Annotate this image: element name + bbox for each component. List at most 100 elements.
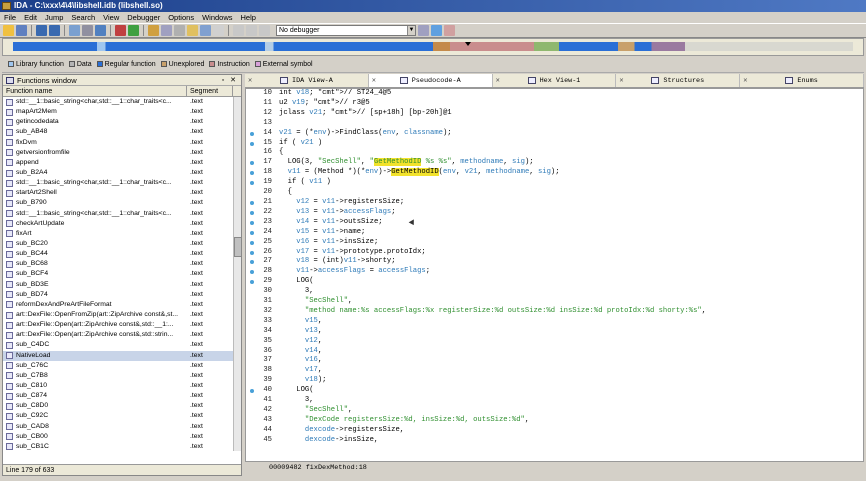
tab-structures[interactable]: ✕ Structures [616,74,741,87]
function-row[interactable]: sub_BC44 .text [3,249,241,259]
function-row[interactable]: art::DexFile::Open(art::ZipArchive const… [3,330,241,340]
close-icon[interactable]: ✕ [619,76,623,85]
close-icon[interactable]: ✕ [496,76,500,85]
function-row[interactable]: sub_C874 .text [3,391,241,401]
data-icon[interactable] [200,25,211,36]
code-line[interactable]: 10 int v18; "cmt">// ST24_4@5 [246,89,863,99]
function-row[interactable]: sub_C76C .text [3,361,241,371]
function-row[interactable]: sub_BD3E .text [3,280,241,290]
navigation-band[interactable] [2,38,864,56]
menu-debugger[interactable]: Debugger [127,12,160,23]
code-line[interactable]: 28 v11->accessFlags = accessFlags; [246,267,863,277]
close-icon[interactable]: ✕ [743,76,747,85]
code-line[interactable]: 21 v12 = v11->registersSize; [246,198,863,208]
code-line[interactable]: 30 3, [246,287,863,297]
list-icon[interactable] [95,25,106,36]
tab-enums[interactable]: ✕ Enums [740,74,864,87]
code-line[interactable]: 24 v15 = v11->name; [246,228,863,238]
function-row[interactable]: sub_C810 .text [3,381,241,391]
code-line[interactable]: 18 v11 = (Method *)(*env)->GetMethodID(e… [246,168,863,178]
function-row[interactable]: std::__1::basic_string<char,std::__1::ch… [3,97,241,107]
code-line[interactable]: 19 if ( v11 ) [246,178,863,188]
tab-pseudocode-a[interactable]: ✕ Pseudocode-A [368,74,493,87]
breakpoint-dot-icon[interactable] [250,250,254,255]
function-row[interactable]: sub_CB1C .text [3,442,241,452]
code-line[interactable]: 11 u2 v19; "cmt">// r3@5 [246,99,863,109]
tab-hex-view-1[interactable]: ✕ Hex View-1 [493,74,617,87]
code-line[interactable]: 43 "DexCode registersSize:%d, insSize:%d… [246,416,863,426]
code-line[interactable]: 40 LOG( [246,386,863,396]
open-icon[interactable] [3,25,14,36]
function-row[interactable]: mapArt2Mem .text [3,107,241,117]
search-icon[interactable] [82,25,93,36]
function-row[interactable]: sub_CB00 .text [3,432,241,442]
breakpoint-dot-icon[interactable] [250,210,254,215]
code-line[interactable]: 22 v13 = v11->accessFlags; [246,208,863,218]
code-line[interactable]: 20 { [246,188,863,198]
code-line[interactable]: 25 v16 = v11->insSize; [246,238,863,248]
step-icon[interactable] [233,25,244,36]
menu-file[interactable]: File [4,12,16,23]
menu-options[interactable]: Options [168,12,194,23]
function-row[interactable]: startArt2Shell .text [3,188,241,198]
code-line[interactable]: 15 if ( v21 ) [246,139,863,149]
forward-icon[interactable] [49,25,60,36]
code-line[interactable]: 14 v21 = (*env)->FindClass(env, classname… [246,129,863,139]
code-line[interactable]: 23 v14 = v11->outsSize; [246,218,863,228]
code-line[interactable]: 27 v18 = (int)v11->shorty; [246,257,863,267]
code-line[interactable]: 32 "method name:%s accessFlags:%x regist… [246,307,863,317]
function-row[interactable]: sub_B2A4 .text [3,168,241,178]
close-icon[interactable]: ✕ [372,76,376,85]
close-icon[interactable]: ✕ [248,76,252,85]
pause-icon[interactable] [259,25,270,36]
function-row[interactable]: sub_CAD8 .text [3,422,241,432]
menu-search[interactable]: Search [71,12,95,23]
code-line[interactable]: 33 v15, [246,317,863,327]
play-icon[interactable] [246,25,257,36]
function-row[interactable]: sub_C4DC .text [3,340,241,350]
function-row[interactable]: reformDexAndPreArtFileFormat .text [3,300,241,310]
function-row[interactable]: sub_AB48 .text [3,127,241,137]
menu-edit[interactable]: Edit [24,12,37,23]
code-line[interactable]: 26 v17 = v11->prototype.protoIdx; [246,248,863,258]
breakpoint-dot-icon[interactable] [250,131,254,136]
undefine-icon[interactable] [213,25,224,36]
menu-view[interactable]: View [103,12,119,23]
window-controls[interactable]: ▫ ✕ [222,75,238,86]
stop-icon[interactable] [115,25,126,36]
navigation-strip[interactable] [13,42,853,51]
function-row[interactable]: sub_C92C .text [3,411,241,421]
function-row[interactable]: std::__1::basic_string<char,std::__1::ch… [3,209,241,219]
run-icon[interactable] [128,25,139,36]
function-row[interactable]: NativeLoad .text [3,350,241,361]
proximity-icon[interactable] [161,25,172,36]
breakpoint-dot-icon[interactable] [250,200,254,205]
column-segment[interactable]: Segment [187,86,233,96]
code-line[interactable]: 31 "SecShell", [246,297,863,307]
code-line[interactable]: 29 LOG( [246,277,863,287]
function-row[interactable]: art::DexFile::OpenFromZip(art::ZipArchiv… [3,310,241,320]
menu-jump[interactable]: Jump [45,12,63,23]
scrollbar-thumb[interactable] [234,237,242,257]
function-row[interactable]: fixArt .text [3,229,241,239]
function-row[interactable]: sub_C7B8 .text [3,371,241,381]
function-row[interactable]: sub_BD74 .text [3,290,241,300]
function-row[interactable]: sub_BCF4 .text [3,269,241,279]
code-line[interactable]: 16 { [246,148,863,158]
debugger-select[interactable]: No debugger ▼ [276,25,416,36]
code-line[interactable]: 35 v12, [246,337,863,347]
code-line[interactable]: 12 jclass v21; "cmt">// [sp+18h] [bp-20h]… [246,109,863,119]
code-line[interactable]: 36 v14, [246,347,863,357]
attach-icon[interactable] [418,25,429,36]
menu-windows[interactable]: Windows [202,12,232,23]
code-line[interactable]: 17 LOG(3, "SecShell", "GetMethodID %s %s… [246,158,863,168]
code-line[interactable]: 42 "SecShell", [246,406,863,416]
function-row[interactable]: getincodedata .text [3,117,241,127]
function-row[interactable]: fixDvm .text [3,138,241,148]
function-row[interactable]: sub_B790 .text [3,198,241,208]
function-row[interactable]: std::__1::basic_string<char,std::__1::ch… [3,178,241,188]
code-line[interactable]: 44 dexcode->registersSize, [246,426,863,436]
function-row[interactable]: append .text [3,158,241,168]
code-line[interactable]: 34 v13, [246,327,863,337]
code-line[interactable]: 39 v18); [246,376,863,386]
